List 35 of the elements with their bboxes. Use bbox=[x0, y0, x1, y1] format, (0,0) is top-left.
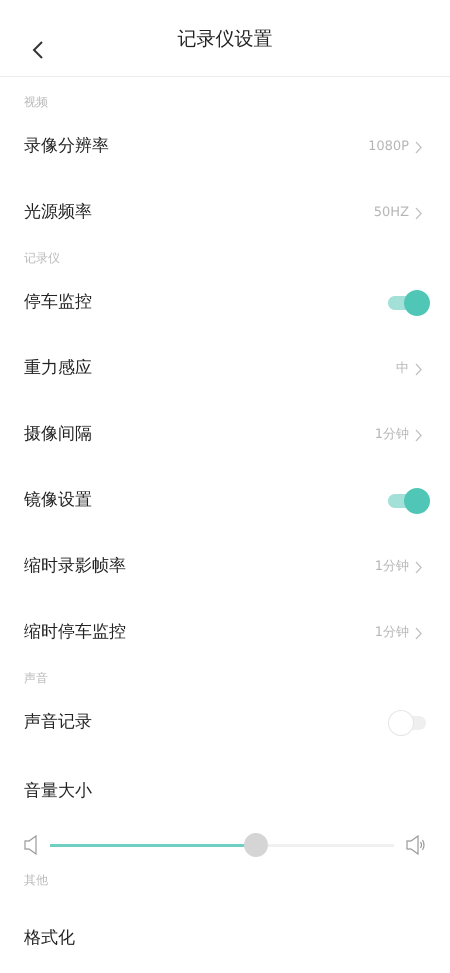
chevron-right-icon bbox=[415, 560, 422, 574]
value-selector[interactable]: 中 bbox=[396, 359, 422, 379]
chevron-right-icon bbox=[415, 362, 422, 376]
slider-thumb[interactable] bbox=[244, 833, 268, 857]
toggle-switch[interactable] bbox=[388, 290, 430, 316]
value-selector[interactable]: 1分钟 bbox=[374, 623, 422, 643]
volume-slider[interactable] bbox=[50, 833, 394, 857]
setting-label: 录像分辨率 bbox=[24, 135, 109, 158]
setting-label: 摄像间隔 bbox=[24, 423, 92, 446]
chevron-right-icon bbox=[415, 626, 422, 640]
chevron-right-icon bbox=[415, 206, 422, 220]
volume-high-icon bbox=[406, 835, 426, 855]
chevron-right-icon bbox=[415, 140, 422, 154]
toggle-switch[interactable] bbox=[388, 488, 430, 514]
volume-low-icon bbox=[24, 835, 38, 855]
format-option[interactable]: 格式化 bbox=[24, 926, 75, 952]
setting-label: 光源频率 bbox=[24, 201, 92, 224]
back-icon bbox=[32, 40, 44, 60]
setting-label: 停车监控 bbox=[24, 291, 92, 314]
section-label: 声音 bbox=[24, 670, 48, 687]
setting-label: 缩时停车监控 bbox=[24, 621, 126, 644]
value-selector[interactable]: 1分钟 bbox=[374, 425, 422, 445]
setting-label: 镜像设置 bbox=[24, 489, 92, 512]
value-selector[interactable]: 1080P bbox=[368, 137, 422, 157]
setting-label: 音量大小 bbox=[24, 780, 92, 804]
page-title: 记录仪设置 bbox=[178, 27, 272, 52]
section-label: 记录仪 bbox=[24, 250, 60, 267]
value-selector[interactable]: 1分钟 bbox=[374, 557, 422, 577]
section-label: 视频 bbox=[24, 94, 48, 111]
chevron-right-icon bbox=[415, 428, 422, 442]
setting-label: 声音记录 bbox=[24, 711, 92, 734]
section-label: 其他 bbox=[24, 872, 48, 889]
value-selector[interactable]: 50HZ bbox=[374, 203, 422, 223]
setting-label: 缩时录影帧率 bbox=[24, 555, 126, 578]
setting-label: 重力感应 bbox=[24, 357, 92, 380]
